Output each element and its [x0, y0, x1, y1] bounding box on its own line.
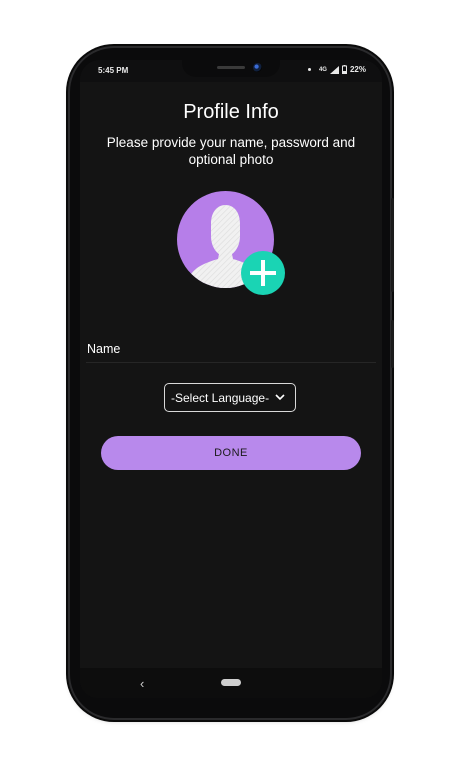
status-time: 5:45 PM	[98, 66, 129, 75]
volume-button	[391, 320, 394, 368]
back-icon[interactable]: ‹	[140, 676, 144, 691]
battery-icon	[341, 65, 347, 74]
home-pill-icon[interactable]	[221, 679, 241, 686]
navigation-bar: ‹	[80, 668, 382, 698]
front-camera-icon	[253, 63, 262, 72]
done-button[interactable]: DONE	[101, 436, 361, 470]
name-field-underline	[86, 362, 376, 363]
name-field[interactable]: Name	[87, 342, 120, 356]
battery-percent: 22%	[349, 65, 366, 74]
notification-dot-icon	[307, 68, 311, 71]
signal-icon	[329, 65, 339, 74]
earpiece-speaker	[217, 66, 245, 69]
power-button	[391, 198, 394, 292]
page-subtitle: Please provide your name, password and o…	[106, 135, 356, 167]
plus-icon	[250, 260, 276, 286]
add-photo-button[interactable]	[241, 251, 285, 295]
status-icons: 4G 22%	[307, 65, 366, 74]
page-title: Profile Info	[183, 101, 279, 123]
language-select[interactable]: -Select Language-	[164, 383, 296, 412]
chevron-down-icon	[275, 394, 285, 401]
network-type: 4G	[318, 66, 327, 73]
language-select-value: -Select Language-	[171, 390, 270, 405]
app-screen: 5:45 PM 4G 22% Profile Info Please provi…	[80, 60, 382, 698]
